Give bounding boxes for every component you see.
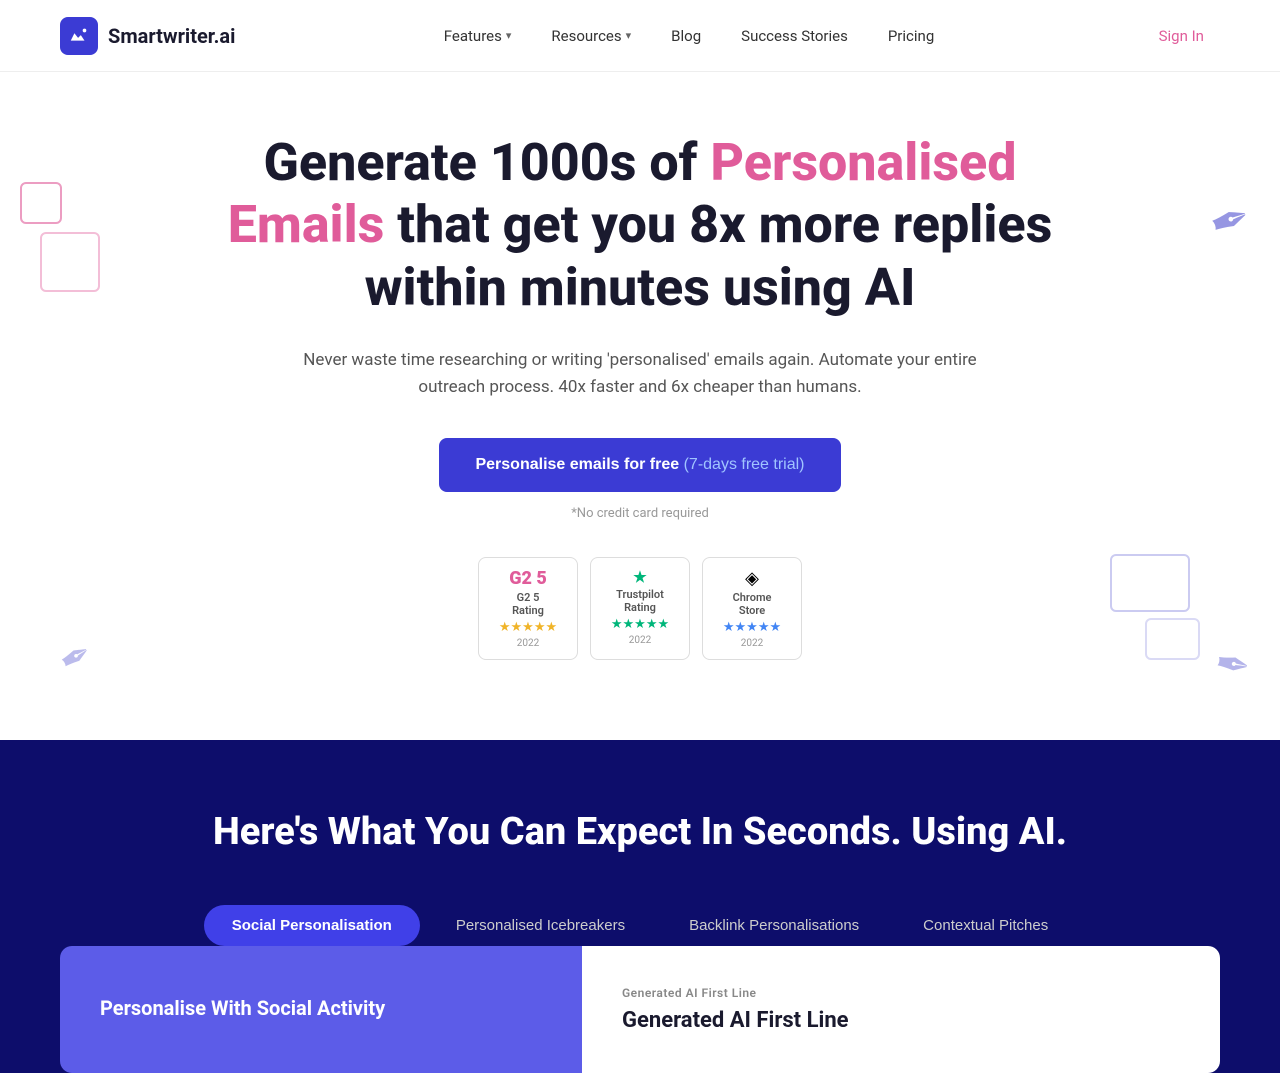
logo-text: Smartwriter.ai <box>108 24 235 48</box>
dark-section: Here's What You Can Expect In Seconds. U… <box>0 740 1280 1073</box>
nav-success-stories-label: Success Stories <box>741 27 848 45</box>
g2-name: G2 5Rating <box>497 591 559 617</box>
trustpilot-logo: ★ <box>609 568 671 586</box>
hero-cta-main: Personalise emails for free <box>475 456 679 473</box>
sub-left-title: Personalise With Social Activity <box>100 996 542 1020</box>
chrome-stars: ★★★★★ <box>721 620 783 635</box>
chrome-name: ChromeStore <box>721 591 783 617</box>
nav-success-stories[interactable]: Success Stories <box>725 19 864 53</box>
tab-content-panel: Personalise With Social Activity Generat… <box>60 946 1220 1073</box>
no-credit-text: *No credit card required <box>20 506 1260 521</box>
nav-links: Features ▾ Resources ▾ Blog Success Stor… <box>428 19 950 53</box>
feather-icon-top: ✒ <box>1201 187 1258 254</box>
nav-pricing-label: Pricing <box>888 27 934 45</box>
deco-topright-feather: ✒ <box>1210 192 1250 249</box>
trustpilot-year: 2022 <box>609 635 671 646</box>
nav-resources[interactable]: Resources ▾ <box>535 19 647 53</box>
hero-title: Generate 1000s of Personalised Emails th… <box>190 132 1090 319</box>
navbar: Smartwriter.ai Features ▾ Resources ▾ Bl… <box>0 0 1280 72</box>
signin-link[interactable]: Sign In <box>1143 19 1220 53</box>
sub-right-label: Generated AI First Line <box>622 986 1180 1000</box>
nav-blog[interactable]: Blog <box>655 19 717 53</box>
sub-left-panel: Personalise With Social Activity <box>60 946 582 1073</box>
g2-stars: ★★★★★ <box>497 620 559 635</box>
nav-pricing[interactable]: Pricing <box>872 19 950 53</box>
hero-section: ✒ ✒ ✒ Generate 1000s of Personalised Ema… <box>0 72 1280 740</box>
hero-subtitle: Never waste time researching or writing … <box>300 347 980 401</box>
logo-svg <box>68 25 90 47</box>
nav-features-label: Features <box>444 27 502 45</box>
ratings-row: G2 5 G2 5Rating ★★★★★ 2022 ★ TrustpilotR… <box>20 557 1260 660</box>
rating-g2: G2 5 G2 5Rating ★★★★★ 2022 <box>478 557 578 660</box>
hero-title-after: that get you 8x more replies within minu… <box>365 194 1053 317</box>
feature-tabs: Social Personalisation Personalised Iceb… <box>60 905 1220 946</box>
signin-label: Sign In <box>1159 27 1204 45</box>
tab-contextual-pitches[interactable]: Contextual Pitches <box>895 905 1076 946</box>
g2-year: 2022 <box>497 638 559 649</box>
deco-square-2 <box>40 232 100 292</box>
nav-features[interactable]: Features ▾ <box>428 19 528 53</box>
deco-square-1 <box>20 182 62 224</box>
hero-cta-trial: (7-days free trial) <box>679 456 804 473</box>
hero-title-before: Generate 1000s of <box>263 132 710 193</box>
nav-resources-label: Resources <box>551 27 621 45</box>
chevron-down-icon: ▾ <box>506 29 512 42</box>
sub-right-panel: Generated AI First Line Generated AI Fir… <box>582 946 1220 1073</box>
tab-social-personalisation[interactable]: Social Personalisation <box>204 905 420 946</box>
chevron-down-icon: ▾ <box>626 29 632 42</box>
tab-backlink-personalisations[interactable]: Backlink Personalisations <box>661 905 887 946</box>
chrome-logo: ◈ <box>721 568 783 589</box>
logo-icon <box>60 17 98 55</box>
rating-chrome: ◈ ChromeStore ★★★★★ 2022 <box>702 557 802 660</box>
chrome-year: 2022 <box>721 638 783 649</box>
trustpilot-name: TrustpilotRating <box>609 588 671 614</box>
tab-personalised-icebreakers[interactable]: Personalised Icebreakers <box>428 905 653 946</box>
logo-link[interactable]: Smartwriter.ai <box>60 17 235 55</box>
dark-section-title: Here's What You Can Expect In Seconds. U… <box>60 810 1220 856</box>
sub-right-title: Generated AI First Line <box>622 1008 1180 1033</box>
rating-trustpilot: ★ TrustpilotRating ★★★★★ 2022 <box>590 557 690 660</box>
hero-cta-button[interactable]: Personalise emails for free (7-days free… <box>439 438 840 492</box>
nav-blog-label: Blog <box>671 27 701 45</box>
g2-logo: G2 5 <box>497 568 559 589</box>
trustpilot-stars: ★★★★★ <box>609 617 671 632</box>
deco-topleft <box>20 182 100 292</box>
